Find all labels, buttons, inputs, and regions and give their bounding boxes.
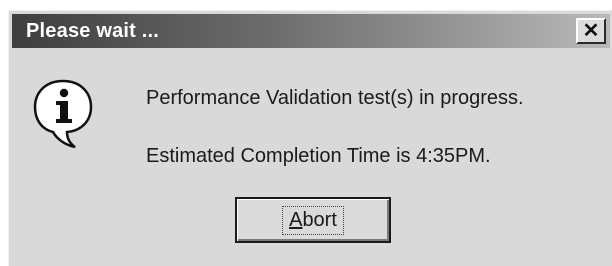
abort-label-rest: bort	[302, 208, 337, 231]
abort-mnemonic: A	[289, 208, 303, 231]
title-bar[interactable]: Please wait ... ✕	[12, 14, 610, 48]
abort-button[interactable]: Abort	[235, 197, 391, 243]
close-button[interactable]: ✕	[576, 18, 606, 44]
progress-message: Performance Validation test(s) in progre…	[146, 87, 524, 109]
dialog-title: Please wait ...	[26, 20, 160, 42]
please-wait-dialog: Please wait ... ✕ Performance Validation…	[8, 10, 612, 266]
abort-button-label: Abort	[282, 205, 344, 235]
information-icon	[33, 79, 93, 149]
close-icon: ✕	[582, 20, 600, 42]
completion-time-message: Estimated Completion Time is 4:35PM.	[146, 145, 491, 167]
